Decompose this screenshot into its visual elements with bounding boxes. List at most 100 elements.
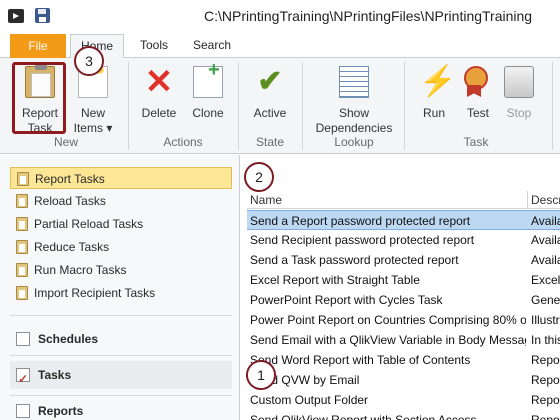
cell-description: Availa	[531, 253, 560, 267]
nav-divider	[10, 315, 232, 316]
section-label: Schedules	[38, 332, 99, 346]
app-icon[interactable]	[8, 9, 24, 23]
section-tasks[interactable]: Tasks	[10, 361, 232, 393]
table-row[interactable]: Send Recipient password protected report…	[247, 230, 560, 250]
ribbon-separator	[404, 62, 405, 150]
cell-description: Repor	[531, 373, 560, 387]
cell-description: Illustr	[531, 313, 560, 327]
nav-item-label: Report Tasks	[35, 172, 105, 186]
section-schedules[interactable]: Schedules	[10, 325, 232, 353]
stop-button[interactable]: Stop	[502, 60, 536, 134]
cell-description: Availa	[531, 233, 560, 247]
lightning-icon: ⚡	[419, 65, 457, 98]
nav-item-import-recipient-tasks[interactable]: Import Recipient Tasks	[10, 282, 232, 304]
table-row[interactable]: Send Email with a QlikView Variable in B…	[247, 330, 560, 350]
table-header: Name Descr	[247, 191, 560, 209]
nav-item-label: Partial Reload Tasks	[34, 217, 144, 231]
save-icon[interactable]	[35, 8, 50, 23]
column-separator[interactable]	[527, 191, 528, 209]
cell-name: Send QlikView Report with Section Access	[250, 413, 477, 420]
group-label-state: State	[255, 135, 285, 149]
cell-name: Power Point Report on Countries Comprisi…	[250, 313, 526, 327]
tab-tools[interactable]: Tools	[132, 34, 176, 58]
cell-name: Send QVW by Email	[250, 373, 360, 387]
step-3-callout: 3	[74, 46, 104, 76]
section-label: Tasks	[38, 368, 72, 382]
group-label-task: Task	[463, 135, 489, 149]
group-label-new: New	[53, 135, 78, 149]
table-row[interactable]: Send QVW by Email Repor	[247, 370, 560, 390]
tab-file[interactable]: File	[10, 34, 66, 58]
cell-name: Excel Report with Straight Table	[250, 273, 420, 287]
nav-item-reduce-tasks[interactable]: Reduce Tasks	[10, 236, 232, 258]
cell-name: Send Word Report with Table of Contents	[250, 353, 471, 367]
nav-divider	[10, 355, 232, 356]
clipboard-icon	[17, 172, 29, 186]
section-reports[interactable]: Reports	[10, 397, 232, 420]
nav-item-label: Reload Tasks	[34, 194, 106, 208]
run-button[interactable]: ⚡ Run	[414, 60, 457, 134]
nav-divider	[10, 395, 232, 396]
window-title: C:\NPrintingTraining\NPrintingFiles\NPri…	[204, 8, 533, 24]
show-deps-label-2: Dependencies	[315, 121, 393, 135]
active-label: Active	[253, 106, 287, 120]
cell-name: Custom Output Folder	[250, 393, 369, 407]
title-bar: C:\NPrintingTraining\NPrintingFiles\NPri…	[0, 0, 560, 32]
nav-item-partial-reload-tasks[interactable]: Partial Reload Tasks	[10, 213, 232, 235]
cell-description: Availa	[531, 214, 560, 228]
calendar-icon	[16, 332, 30, 346]
table-row[interactable]: Custom Output Folder Repor	[247, 390, 560, 410]
new-items-label-2: Items ▾	[73, 121, 113, 135]
report-task-highlight	[12, 62, 66, 134]
delete-label: Delete	[141, 106, 177, 120]
cell-description: In this	[531, 333, 560, 347]
medal-icon	[463, 66, 493, 98]
nav-item-label: Reduce Tasks	[34, 240, 110, 254]
stop-icon	[504, 66, 534, 98]
nav-item-run-macro-tasks[interactable]: Run Macro Tasks	[10, 259, 232, 281]
tasks-checklist-icon	[16, 365, 30, 393]
delete-button[interactable]: ✕ Delete	[136, 60, 182, 134]
ribbon-separator	[238, 62, 239, 150]
clipboard-icon	[16, 240, 28, 254]
cell-description: Repor	[531, 413, 560, 420]
table-row[interactable]: Send QlikView Report with Section Access…	[247, 410, 560, 420]
column-header-name[interactable]: Name	[250, 193, 282, 207]
cell-name: Send Recipient password protected report	[250, 233, 475, 247]
show-dependencies-button[interactable]: Show Dependencies	[310, 60, 398, 135]
test-button[interactable]: Test	[458, 60, 498, 134]
clipboard-icon	[16, 217, 28, 231]
nav-item-label: Run Macro Tasks	[34, 263, 127, 277]
table-row[interactable]: Power Point Report on Countries Comprisi…	[247, 310, 560, 330]
clone-button[interactable]: Clone	[186, 59, 230, 134]
table-row[interactable]: Send a Report password protected report A…	[247, 210, 560, 230]
nav-item-report-tasks[interactable]: Report Tasks	[10, 167, 232, 189]
table-row[interactable]: Excel Report with Straight Table Excel	[247, 270, 560, 290]
column-header-description[interactable]: Descr	[531, 193, 560, 207]
cell-name: Send a Report password protected report	[250, 214, 471, 228]
nav-item-reload-tasks[interactable]: Reload Tasks	[10, 190, 232, 212]
stop-label: Stop	[506, 106, 532, 120]
cell-name: Send Email with a QlikView Variable in B…	[250, 333, 526, 347]
table-row[interactable]: PowerPoint Report with Cycles Task Gener	[247, 290, 560, 310]
ribbon-separator	[302, 62, 303, 150]
table-row[interactable]: Send a Task password protected report Ava…	[247, 250, 560, 270]
cell-description: Repor	[531, 393, 560, 407]
ribbon-separator	[552, 62, 553, 150]
cell-description: Excel	[531, 273, 560, 287]
table-row[interactable]: Send Word Report with Table of Contents R…	[247, 350, 560, 370]
nav-item-label: Import Recipient Tasks	[34, 286, 156, 300]
clone-icon	[193, 59, 223, 98]
tab-search[interactable]: Search	[186, 34, 238, 58]
task-list-pane: Name Descr Send a Report password protec…	[241, 155, 560, 420]
show-deps-label-1: Show	[338, 106, 370, 120]
clipboard-icon	[16, 194, 28, 208]
cell-name: Send a Task password protected report	[250, 253, 459, 267]
clone-label: Clone	[192, 106, 224, 120]
group-label-actions: Actions	[163, 135, 203, 149]
ribbon-separator	[128, 62, 129, 150]
run-label: Run	[422, 106, 445, 120]
cell-description: Repor	[531, 353, 560, 367]
report-icon	[16, 404, 30, 418]
active-button[interactable]: ✔ Active	[246, 60, 294, 134]
